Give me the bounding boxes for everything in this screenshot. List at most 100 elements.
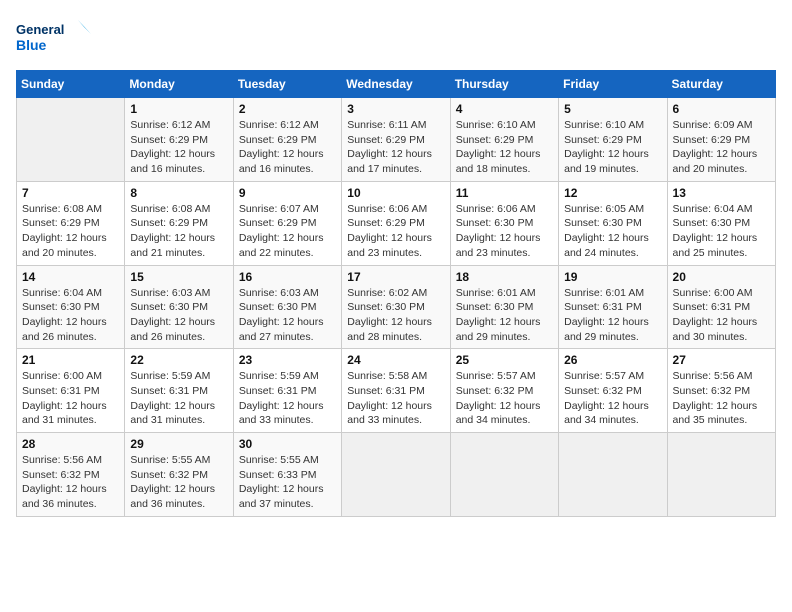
day-detail: Sunrise: 6:00 AMSunset: 6:31 PMDaylight:…: [22, 369, 119, 428]
logo: General Blue: [16, 16, 96, 60]
day-detail: Sunrise: 6:05 AMSunset: 6:30 PMDaylight:…: [564, 202, 661, 261]
calendar-cell: 3 Sunrise: 6:11 AMSunset: 6:29 PMDaylight…: [342, 98, 450, 182]
calendar-cell: 13Sunrise: 6:04 AMSunset: 6:30 PMDayligh…: [667, 181, 775, 265]
day-number: 1: [130, 102, 227, 116]
day-number: 26: [564, 353, 661, 367]
day-detail: Sunrise: 6:11 AMSunset: 6:29 PMDaylight:…: [347, 118, 444, 177]
day-detail: Sunrise: 6:10 AMSunset: 6:29 PMDaylight:…: [456, 118, 553, 177]
day-detail: Sunrise: 6:03 AMSunset: 6:30 PMDaylight:…: [130, 286, 227, 345]
calendar-cell: 27 Sunrise: 5:56 AMSunset: 6:32 PMDayligh…: [667, 349, 775, 433]
col-saturday: Saturday: [667, 71, 775, 98]
calendar-cell: 6 Sunrise: 6:09 AMSunset: 6:29 PMDaylight…: [667, 98, 775, 182]
day-number: 21: [22, 353, 119, 367]
calendar-cell: [342, 433, 450, 517]
calendar-cell: 21 Sunrise: 6:00 AMSunset: 6:31 PMDayligh…: [17, 349, 125, 433]
day-detail: Sunrise: 6:12 AMSunset: 6:29 PMDaylight:…: [130, 118, 227, 177]
day-detail: Sunrise: 6:06 AMSunset: 6:30 PMDaylight:…: [456, 202, 553, 261]
day-number: 30: [239, 437, 336, 451]
logo-svg: General Blue: [16, 16, 96, 60]
calendar-cell: 30 Sunrise: 5:55 AMSunset: 6:33 PMDayligh…: [233, 433, 341, 517]
day-detail: Sunrise: 6:01 AMSunset: 6:30 PMDaylight:…: [456, 286, 553, 345]
day-number: 23: [239, 353, 336, 367]
day-number: 9: [239, 186, 336, 200]
day-detail: Sunrise: 5:58 AMSunset: 6:31 PMDaylight:…: [347, 369, 444, 428]
calendar-cell: 8 Sunrise: 6:08 AMSunset: 6:29 PMDaylight…: [125, 181, 233, 265]
day-detail: Sunrise: 5:55 AMSunset: 6:33 PMDaylight:…: [239, 453, 336, 512]
calendar-cell: 24 Sunrise: 5:58 AMSunset: 6:31 PMDayligh…: [342, 349, 450, 433]
calendar-cell: 2Sunrise: 6:12 AMSunset: 6:29 PMDaylight…: [233, 98, 341, 182]
calendar-cell: 12 Sunrise: 6:05 AMSunset: 6:30 PMDayligh…: [559, 181, 667, 265]
day-number: 8: [130, 186, 227, 200]
day-number: 17: [347, 270, 444, 284]
day-detail: Sunrise: 6:09 AMSunset: 6:29 PMDaylight:…: [673, 118, 770, 177]
day-detail: Sunrise: 5:55 AMSunset: 6:32 PMDaylight:…: [130, 453, 227, 512]
calendar-table: Sunday Monday Tuesday Wednesday Thursday…: [16, 70, 776, 517]
day-number: 20: [673, 270, 770, 284]
calendar-cell: 18Sunrise: 6:01 AMSunset: 6:30 PMDayligh…: [450, 265, 558, 349]
calendar-cell: 5 Sunrise: 6:10 AMSunset: 6:29 PMDaylight…: [559, 98, 667, 182]
calendar-cell: 1 Sunrise: 6:12 AMSunset: 6:29 PMDaylight…: [125, 98, 233, 182]
day-detail: Sunrise: 5:59 AMSunset: 6:31 PMDaylight:…: [130, 369, 227, 428]
day-detail: Sunrise: 5:57 AMSunset: 6:32 PMDaylight:…: [564, 369, 661, 428]
calendar-cell: 22 Sunrise: 5:59 AMSunset: 6:31 PMDayligh…: [125, 349, 233, 433]
day-number: 15: [130, 270, 227, 284]
day-detail: Sunrise: 5:56 AMSunset: 6:32 PMDaylight:…: [673, 369, 770, 428]
day-detail: Sunrise: 6:08 AMSunset: 6:29 PMDaylight:…: [130, 202, 227, 261]
calendar-header: Sunday Monday Tuesday Wednesday Thursday…: [17, 71, 776, 98]
day-number: 7: [22, 186, 119, 200]
day-detail: Sunrise: 6:04 AMSunset: 6:30 PMDaylight:…: [673, 202, 770, 261]
calendar-cell: 11Sunrise: 6:06 AMSunset: 6:30 PMDayligh…: [450, 181, 558, 265]
day-number: 25: [456, 353, 553, 367]
calendar-cell: 20 Sunrise: 6:00 AMSunset: 6:31 PMDayligh…: [667, 265, 775, 349]
col-sunday: Sunday: [17, 71, 125, 98]
day-number: 24: [347, 353, 444, 367]
day-detail: Sunrise: 5:57 AMSunset: 6:32 PMDaylight:…: [456, 369, 553, 428]
calendar-week-3: 14 Sunrise: 6:04 AMSunset: 6:30 PMDayligh…: [17, 265, 776, 349]
svg-text:Blue: Blue: [16, 37, 47, 53]
day-detail: Sunrise: 6:06 AMSunset: 6:29 PMDaylight:…: [347, 202, 444, 261]
day-number: 22: [130, 353, 227, 367]
calendar-cell: [17, 98, 125, 182]
day-number: 16: [239, 270, 336, 284]
day-detail: Sunrise: 6:12 AMSunset: 6:29 PMDaylight:…: [239, 118, 336, 177]
day-detail: Sunrise: 6:07 AMSunset: 6:29 PMDaylight:…: [239, 202, 336, 261]
header-row: Sunday Monday Tuesday Wednesday Thursday…: [17, 71, 776, 98]
calendar-body: 1 Sunrise: 6:12 AMSunset: 6:29 PMDaylight…: [17, 98, 776, 517]
calendar-cell: 29 Sunrise: 5:55 AMSunset: 6:32 PMDayligh…: [125, 433, 233, 517]
day-number: 3: [347, 102, 444, 116]
calendar-cell: [450, 433, 558, 517]
day-detail: Sunrise: 5:56 AMSunset: 6:32 PMDaylight:…: [22, 453, 119, 512]
svg-text:General: General: [16, 22, 64, 37]
calendar-cell: 14 Sunrise: 6:04 AMSunset: 6:30 PMDayligh…: [17, 265, 125, 349]
day-detail: Sunrise: 6:03 AMSunset: 6:30 PMDaylight:…: [239, 286, 336, 345]
day-number: 27: [673, 353, 770, 367]
day-number: 12: [564, 186, 661, 200]
day-detail: Sunrise: 6:08 AMSunset: 6:29 PMDaylight:…: [22, 202, 119, 261]
col-monday: Monday: [125, 71, 233, 98]
calendar-cell: 23Sunrise: 5:59 AMSunset: 6:31 PMDayligh…: [233, 349, 341, 433]
day-detail: Sunrise: 6:00 AMSunset: 6:31 PMDaylight:…: [673, 286, 770, 345]
calendar-cell: 7 Sunrise: 6:08 AMSunset: 6:29 PMDaylight…: [17, 181, 125, 265]
calendar-cell: 28Sunrise: 5:56 AMSunset: 6:32 PMDayligh…: [17, 433, 125, 517]
calendar-cell: 26 Sunrise: 5:57 AMSunset: 6:32 PMDayligh…: [559, 349, 667, 433]
day-number: 29: [130, 437, 227, 451]
day-detail: Sunrise: 6:02 AMSunset: 6:30 PMDaylight:…: [347, 286, 444, 345]
day-number: 6: [673, 102, 770, 116]
calendar-cell: 16 Sunrise: 6:03 AMSunset: 6:30 PMDayligh…: [233, 265, 341, 349]
col-wednesday: Wednesday: [342, 71, 450, 98]
calendar-week-1: 1 Sunrise: 6:12 AMSunset: 6:29 PMDaylight…: [17, 98, 776, 182]
day-number: 5: [564, 102, 661, 116]
calendar-cell: 17 Sunrise: 6:02 AMSunset: 6:30 PMDayligh…: [342, 265, 450, 349]
day-number: 14: [22, 270, 119, 284]
day-number: 10: [347, 186, 444, 200]
day-number: 19: [564, 270, 661, 284]
calendar-cell: 25 Sunrise: 5:57 AMSunset: 6:32 PMDayligh…: [450, 349, 558, 433]
day-detail: Sunrise: 6:04 AMSunset: 6:30 PMDaylight:…: [22, 286, 119, 345]
calendar-cell: 4Sunrise: 6:10 AMSunset: 6:29 PMDaylight…: [450, 98, 558, 182]
page-header: General Blue: [16, 16, 776, 60]
calendar-cell: [667, 433, 775, 517]
calendar-week-2: 7 Sunrise: 6:08 AMSunset: 6:29 PMDaylight…: [17, 181, 776, 265]
calendar-cell: 15 Sunrise: 6:03 AMSunset: 6:30 PMDayligh…: [125, 265, 233, 349]
day-detail: Sunrise: 6:10 AMSunset: 6:29 PMDaylight:…: [564, 118, 661, 177]
day-detail: Sunrise: 6:01 AMSunset: 6:31 PMDaylight:…: [564, 286, 661, 345]
